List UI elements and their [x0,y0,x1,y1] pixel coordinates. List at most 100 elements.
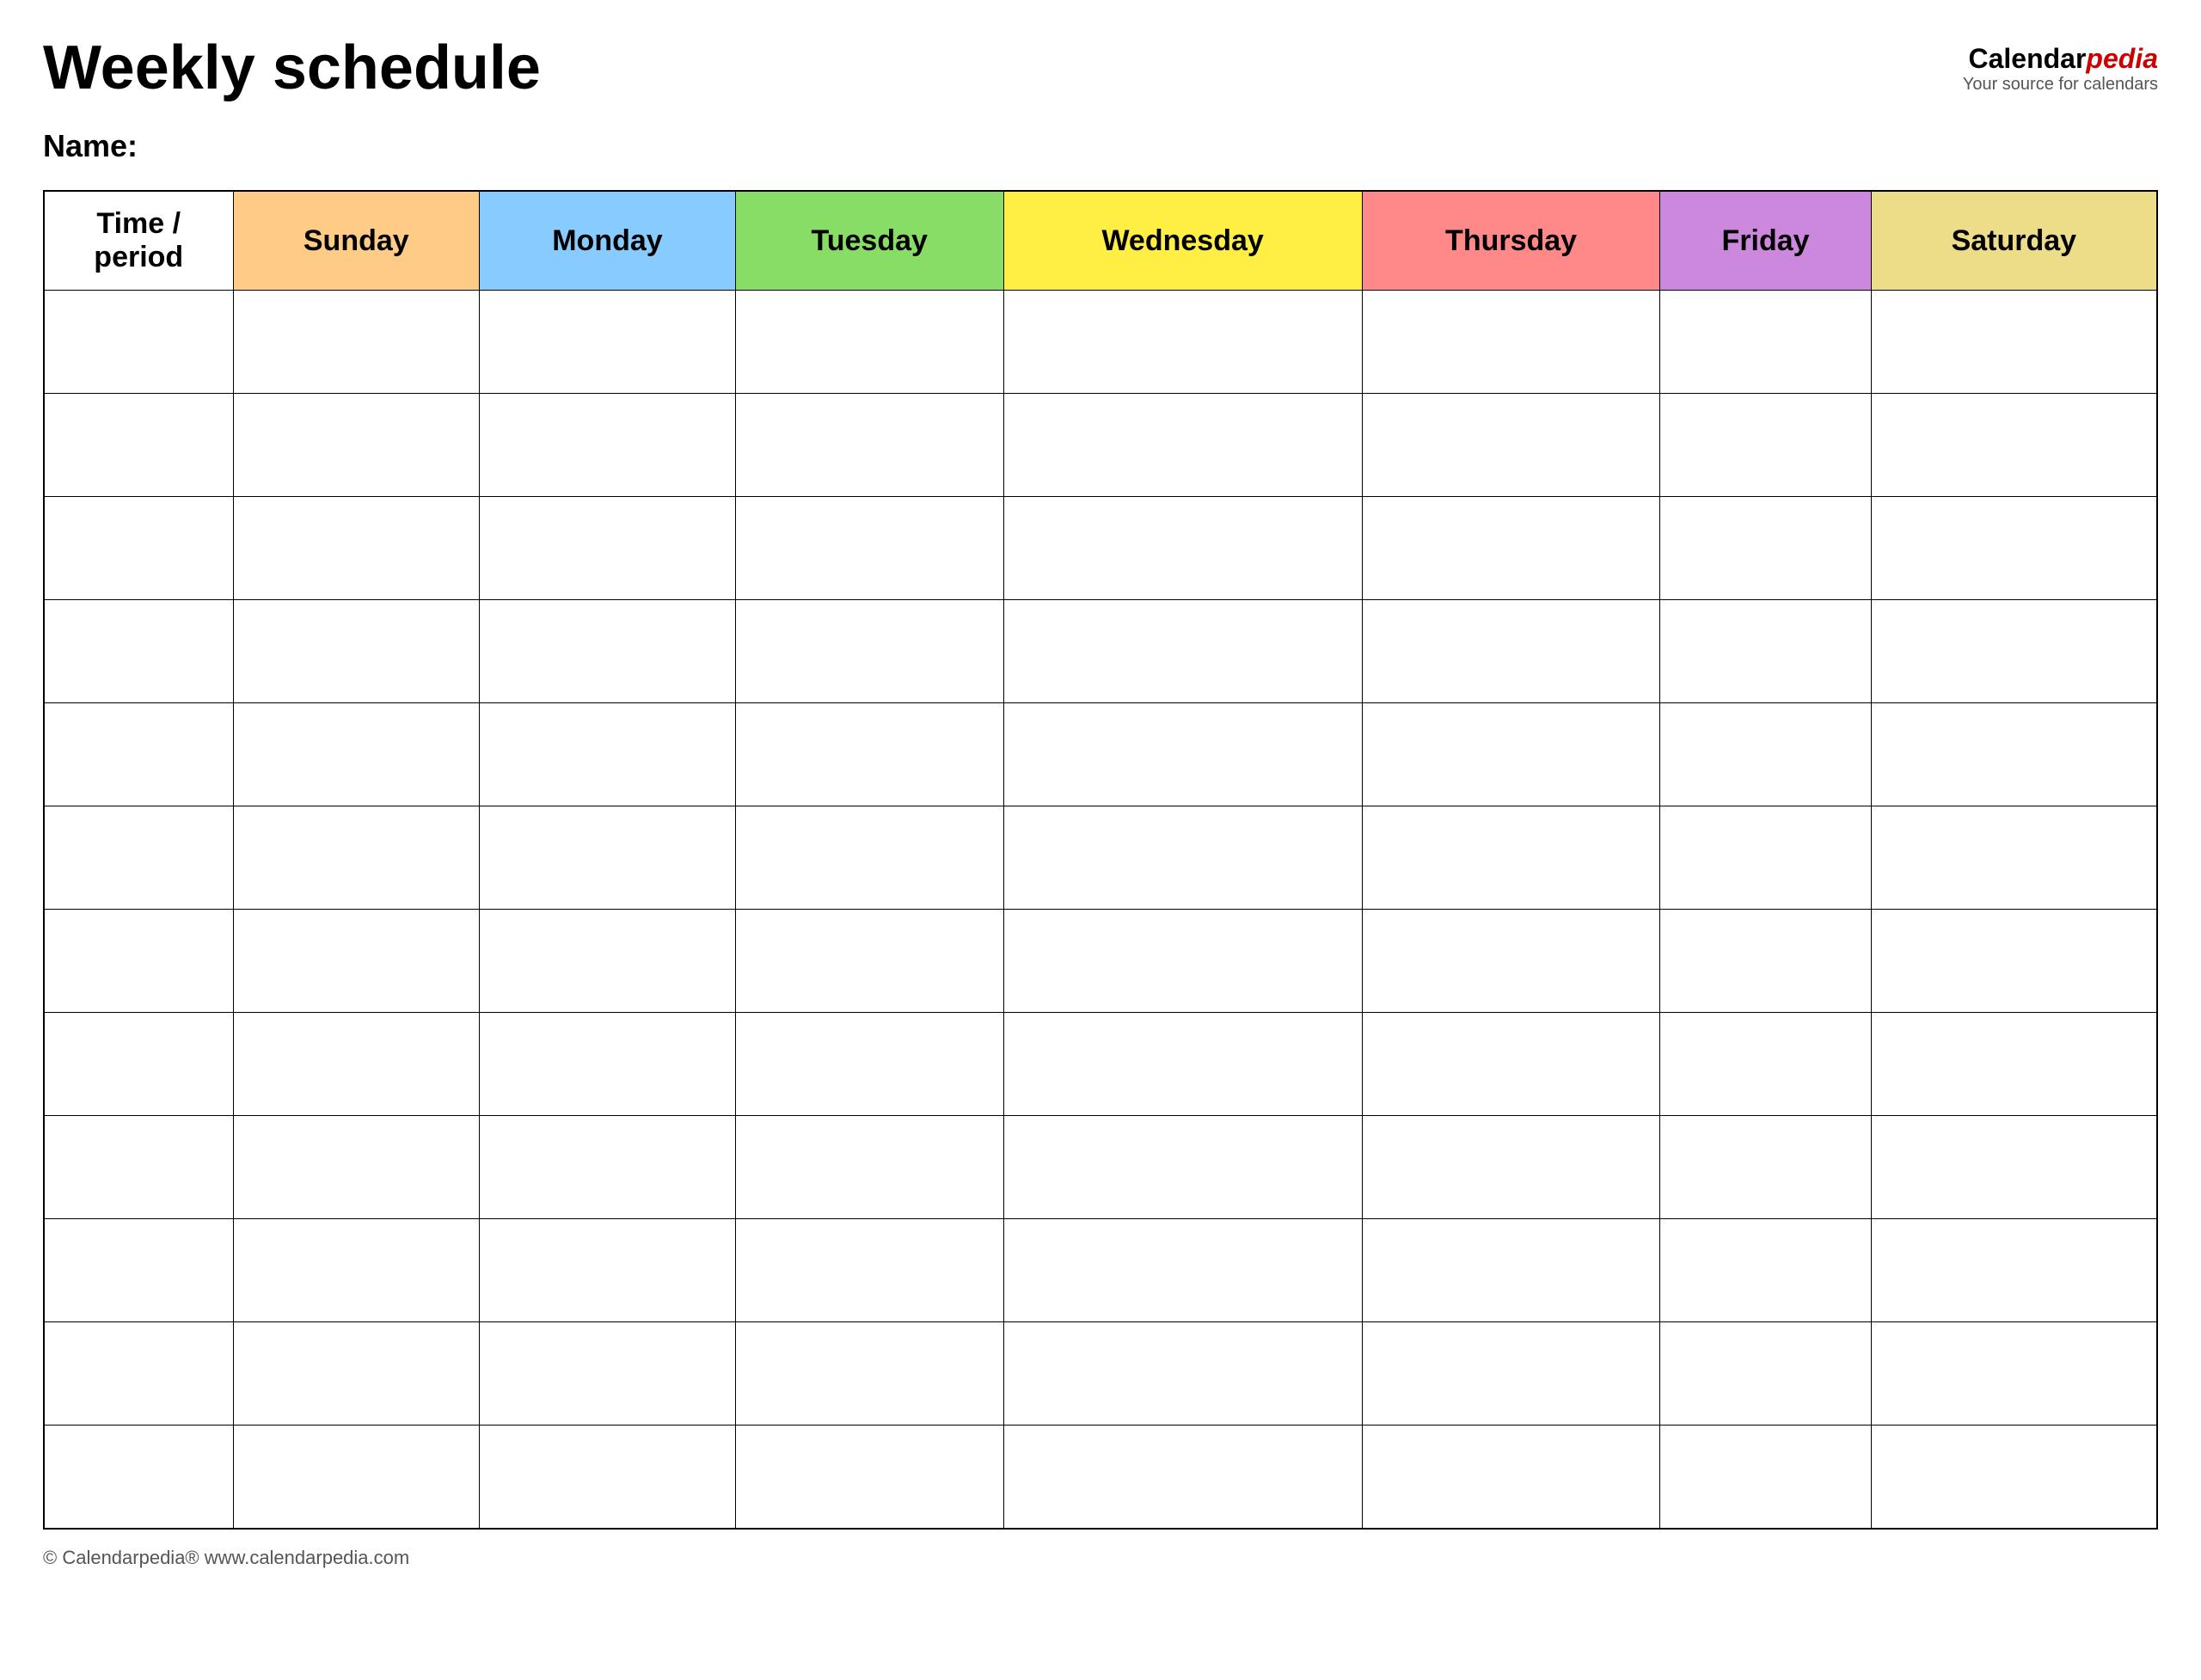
table-cell[interactable] [233,497,480,600]
table-cell[interactable] [735,1116,1003,1219]
table-cell[interactable] [44,497,233,600]
table-cell[interactable] [480,1322,736,1426]
table-cell[interactable] [1003,1426,1362,1529]
table-row [44,1426,2157,1529]
table-cell[interactable] [1362,1116,1660,1219]
table-cell[interactable] [1003,1322,1362,1426]
table-cell[interactable] [44,1219,233,1322]
table-cell[interactable] [1003,600,1362,703]
table-cell[interactable] [1003,910,1362,1013]
table-cell[interactable] [1660,497,1871,600]
table-cell[interactable] [1362,703,1660,806]
table-cell[interactable] [735,1426,1003,1529]
table-cell[interactable] [233,703,480,806]
table-cell[interactable] [44,600,233,703]
table-cell[interactable] [1660,1322,1871,1426]
table-cell[interactable] [1362,600,1660,703]
table-cell[interactable] [480,1013,736,1116]
table-cell[interactable] [44,806,233,910]
table-cell[interactable] [735,910,1003,1013]
table-cell[interactable] [735,394,1003,497]
table-cell[interactable] [44,394,233,497]
table-cell[interactable] [1660,1426,1871,1529]
table-cell[interactable] [1660,910,1871,1013]
table-cell[interactable] [480,291,736,394]
table-cell[interactable] [735,703,1003,806]
table-cell[interactable] [1871,1013,2157,1116]
table-cell[interactable] [1871,1322,2157,1426]
table-cell[interactable] [233,910,480,1013]
table-cell[interactable] [44,291,233,394]
table-cell[interactable] [1871,497,2157,600]
table-cell[interactable] [1003,394,1362,497]
table-cell[interactable] [1362,291,1660,394]
table-cell[interactable] [233,1426,480,1529]
table-cell[interactable] [233,600,480,703]
table-cell[interactable] [1871,291,2157,394]
table-cell[interactable] [1871,600,2157,703]
table-cell[interactable] [480,1426,736,1529]
table-cell[interactable] [1003,1219,1362,1322]
table-cell[interactable] [1362,806,1660,910]
table-cell[interactable] [1003,703,1362,806]
table-cell[interactable] [233,806,480,910]
table-cell[interactable] [1362,394,1660,497]
table-cell[interactable] [1871,806,2157,910]
table-cell[interactable] [735,497,1003,600]
table-cell[interactable] [480,910,736,1013]
table-cell[interactable] [1003,497,1362,600]
table-cell[interactable] [1003,291,1362,394]
table-cell[interactable] [1871,910,2157,1013]
table-cell[interactable] [1362,497,1660,600]
table-body [44,291,2157,1529]
table-cell[interactable] [1660,1219,1871,1322]
table-cell[interactable] [480,703,736,806]
table-row [44,497,2157,600]
table-cell[interactable] [480,394,736,497]
table-cell[interactable] [1660,1116,1871,1219]
table-cell[interactable] [233,1013,480,1116]
table-cell[interactable] [480,1116,736,1219]
table-cell[interactable] [1660,806,1871,910]
col-header-wednesday: Wednesday [1003,191,1362,291]
table-cell[interactable] [1362,1322,1660,1426]
table-cell[interactable] [735,291,1003,394]
table-cell[interactable] [735,600,1003,703]
table-cell[interactable] [480,806,736,910]
table-cell[interactable] [735,806,1003,910]
table-cell[interactable] [233,291,480,394]
table-cell[interactable] [480,1219,736,1322]
table-cell[interactable] [1660,394,1871,497]
table-cell[interactable] [735,1322,1003,1426]
table-cell[interactable] [735,1013,1003,1116]
table-cell[interactable] [1362,1013,1660,1116]
table-cell[interactable] [233,1116,480,1219]
table-cell[interactable] [1362,1426,1660,1529]
table-cell[interactable] [1660,1013,1871,1116]
table-cell[interactable] [1362,1219,1660,1322]
table-cell[interactable] [233,1219,480,1322]
table-cell[interactable] [233,1322,480,1426]
table-cell[interactable] [1362,910,1660,1013]
table-cell[interactable] [1003,806,1362,910]
table-cell[interactable] [1871,1116,2157,1219]
table-cell[interactable] [1003,1013,1362,1116]
table-cell[interactable] [44,1426,233,1529]
table-cell[interactable] [44,1116,233,1219]
table-cell[interactable] [1871,703,2157,806]
table-cell[interactable] [480,600,736,703]
table-cell[interactable] [1871,1219,2157,1322]
table-cell[interactable] [1660,291,1871,394]
table-cell[interactable] [233,394,480,497]
table-cell[interactable] [735,1219,1003,1322]
table-cell[interactable] [44,1013,233,1116]
table-cell[interactable] [1660,600,1871,703]
table-cell[interactable] [44,910,233,1013]
table-cell[interactable] [480,497,736,600]
table-cell[interactable] [44,703,233,806]
table-cell[interactable] [1660,703,1871,806]
table-cell[interactable] [1871,1426,2157,1529]
table-cell[interactable] [1871,394,2157,497]
table-cell[interactable] [44,1322,233,1426]
table-cell[interactable] [1003,1116,1362,1219]
